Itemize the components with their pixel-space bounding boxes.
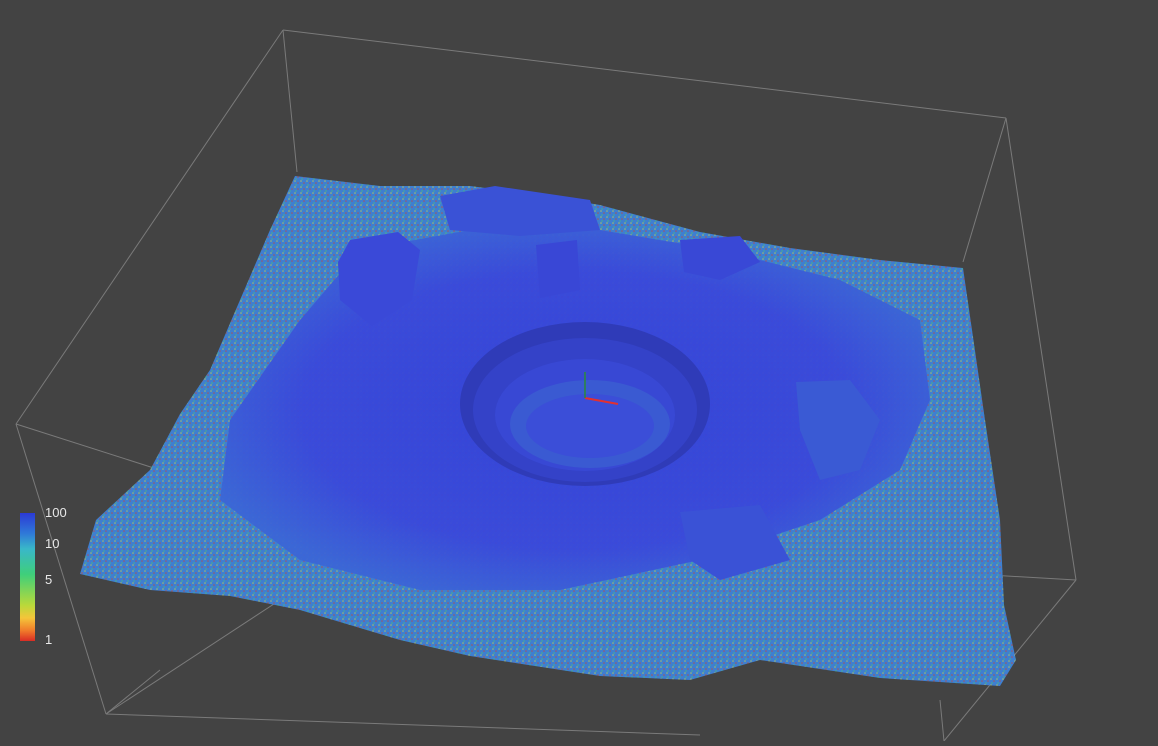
point-cloud (80, 176, 1016, 686)
legend-label-min: 1 (45, 632, 53, 647)
point-cloud-viewport[interactable]: 100 10 5 1 (0, 0, 1158, 742)
legend-label-max: 100 (45, 505, 67, 520)
point-cloud-scene[interactable] (0, 0, 1158, 742)
legend-label-5: 5 (45, 572, 53, 587)
color-scale-bar (20, 513, 35, 641)
bounding-box-front (105, 669, 945, 742)
legend-label-10: 10 (45, 536, 60, 551)
color-scale-legend: 100 10 5 1 (18, 505, 98, 647)
